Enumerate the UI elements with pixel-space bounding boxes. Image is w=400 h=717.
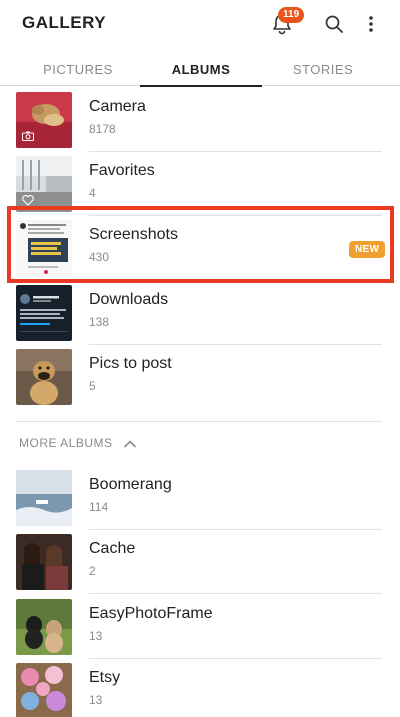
album-row-favorites[interactable]: Favorites 4 (0, 152, 400, 216)
album-count: 8178 (89, 122, 116, 136)
notification-badge: 119 (278, 7, 305, 23)
album-name: Downloads (89, 291, 169, 308)
album-count: 430 (89, 250, 110, 264)
album-row-pics-to-post[interactable]: Pics to post 5 (0, 345, 400, 409)
album-name: Screenshots (89, 226, 178, 243)
album-count: 5 (89, 379, 96, 393)
album-thumbnail (16, 92, 72, 148)
album-name: EasyPhotoFrame (89, 605, 213, 622)
tab-albums[interactable]: ALBUMS (140, 52, 262, 87)
tab-stories[interactable]: STORIES (262, 52, 384, 86)
album-name: Pics to post (89, 355, 172, 372)
album-count: 4 (89, 186, 96, 200)
tab-bar: PICTURES ALBUMS STORIES (0, 52, 400, 87)
chevron-up-icon (123, 438, 137, 448)
more-vert-icon[interactable] (357, 10, 385, 38)
album-thumbnail (16, 220, 72, 276)
more-albums-label: MORE ALBUMS (19, 436, 113, 450)
album-thumbnail (16, 599, 72, 655)
album-row-downloads[interactable]: Downloads 138 (0, 281, 400, 345)
album-row-camera[interactable]: Camera 8178 (0, 88, 400, 152)
album-thumbnail (16, 156, 72, 212)
app-header: GALLERY 119 (0, 0, 400, 48)
album-thumbnail (16, 470, 72, 526)
row-divider (89, 593, 382, 594)
album-count: 114 (89, 500, 109, 514)
album-name: Etsy (89, 669, 121, 686)
more-albums-header[interactable]: MORE ALBUMS (19, 434, 137, 452)
album-thumbnail (16, 285, 72, 341)
album-count: 2 (89, 564, 96, 578)
album-count: 13 (89, 693, 103, 707)
album-row-easyphotoframe[interactable]: EasyPhotoFrame 13 (0, 595, 400, 659)
album-count: 13 (89, 629, 103, 643)
search-icon[interactable] (320, 10, 348, 38)
heart-icon (22, 194, 34, 206)
album-thumbnail (16, 663, 72, 717)
album-name: Favorites (89, 162, 155, 179)
album-row-cache[interactable]: Cache 2 (0, 530, 400, 594)
section-divider (16, 421, 382, 422)
new-badge: NEW (349, 241, 386, 258)
album-row-screenshots[interactable]: Screenshots 430 NEW (0, 216, 400, 280)
album-thumbnail (16, 534, 72, 590)
album-row-etsy[interactable]: Etsy 13 (0, 659, 400, 717)
album-thumbnail (16, 349, 72, 405)
album-name: Camera (89, 98, 146, 115)
tab-pictures[interactable]: PICTURES (18, 52, 138, 86)
app-title: GALLERY (22, 13, 107, 32)
album-count: 138 (89, 315, 110, 329)
album-row-boomerang[interactable]: Boomerang 114 (0, 466, 400, 530)
row-divider (89, 279, 382, 280)
camera-icon (22, 130, 34, 142)
album-name: Boomerang (89, 476, 172, 493)
album-name: Cache (89, 540, 136, 557)
